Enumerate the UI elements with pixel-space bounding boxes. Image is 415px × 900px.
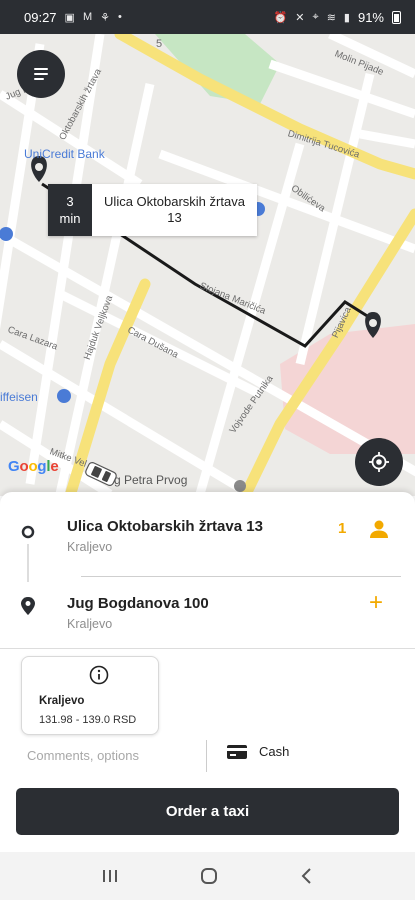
back-icon[interactable] <box>299 867 315 885</box>
status-left: 09:27 ▣ M ⚘ • <box>24 10 122 25</box>
dot-icon: • <box>118 11 122 23</box>
row-divider <box>81 576 401 577</box>
locate-icon <box>369 452 389 472</box>
status-bar: 09:27 ▣ M ⚘ • ⏰ ✕ ⌖ ≋ ▮ 91% <box>0 0 415 34</box>
wifi-icon: ≋ <box>326 11 336 24</box>
vertical-separator <box>206 740 207 772</box>
person-icon[interactable] <box>368 518 390 540</box>
tariff-price: 131.98 - 139.0 RSD <box>39 714 137 726</box>
dropoff-city: Kraljevo <box>67 617 113 631</box>
mute-icon: ✕ <box>295 11 305 24</box>
payment-selector[interactable]: Cash <box>227 744 289 759</box>
pickup-row[interactable]: Ulica Oktobarskih žrtava 13 Kraljevo 1 <box>0 518 415 574</box>
pickup-callout[interactable]: 3 min Ulica Oktobarskih žrtava 13 <box>48 184 257 236</box>
info-icon[interactable] <box>89 665 109 685</box>
dropoff-pin-icon <box>21 597 35 615</box>
system-nav-bar <box>0 852 415 900</box>
order-taxi-button[interactable]: Order a taxi <box>16 788 399 835</box>
passenger-count[interactable]: 1 <box>338 520 346 537</box>
poi-kralja-petra: g Petra Prvog <box>114 473 188 487</box>
cash-card-icon <box>227 744 247 759</box>
pickup-city: Kraljevo <box>67 540 113 554</box>
dropoff-address: Jug Bogdanova 100 <box>67 595 209 612</box>
eta-box: 3 min <box>48 184 92 236</box>
sheet-divider <box>0 648 415 649</box>
battery-icon <box>392 10 401 24</box>
gallery-icon: ▣ <box>64 11 75 24</box>
add-stop-button[interactable]: + <box>369 591 383 615</box>
callout-address: Ulica Oktobarskih žrtava 13 <box>92 184 257 236</box>
pickup-address: Ulica Oktobarskih žrtava 13 <box>67 518 263 535</box>
signal-icon: ▮ <box>343 11 350 24</box>
eta-unit: min <box>59 211 81 226</box>
eta-value: 3 <box>66 194 74 209</box>
notification-icon: ⚘ <box>100 11 110 24</box>
map-canvas <box>0 34 415 496</box>
poi-unicredit: UniCredit Bank <box>24 147 105 161</box>
alarm-icon: ⏰ <box>273 11 288 24</box>
poi-dot <box>57 389 71 403</box>
pickup-circle-icon <box>21 525 35 539</box>
menu-icon <box>34 68 48 70</box>
locate-button[interactable] <box>355 438 403 486</box>
route-connector <box>27 544 29 582</box>
comments-field[interactable]: Comments, options <box>27 748 139 763</box>
battery-percent: 91% <box>357 9 384 25</box>
recent-apps-icon[interactable] <box>101 868 119 884</box>
gmail-icon: M <box>82 11 93 23</box>
dropoff-row[interactable]: Jug Bogdanova 100 Kraljevo + <box>0 591 415 651</box>
menu-icon <box>34 78 44 80</box>
status-time: 09:27 <box>24 9 57 25</box>
status-right: ⏰ ✕ ⌖ ≋ ▮ 91% <box>274 10 401 25</box>
poi-dot <box>234 480 246 492</box>
menu-button[interactable] <box>17 50 65 98</box>
street-label: 5 <box>156 38 163 50</box>
location-icon: ⌖ <box>312 10 319 23</box>
taxi-car-icon <box>85 462 117 486</box>
home-icon[interactable] <box>200 867 218 885</box>
poi-raiffeisen: iffeisen <box>0 390 38 404</box>
menu-icon <box>34 73 48 75</box>
payment-method: Cash <box>259 744 290 759</box>
tariff-name: Kraljevo <box>39 695 85 707</box>
map[interactable]: UniCredit Bank iffeisen g Petra Prvog 5 … <box>0 34 415 496</box>
google-logo: Google <box>8 458 59 475</box>
tariff-card[interactable]: Kraljevo 131.98 - 139.0 RSD <box>21 656 159 735</box>
